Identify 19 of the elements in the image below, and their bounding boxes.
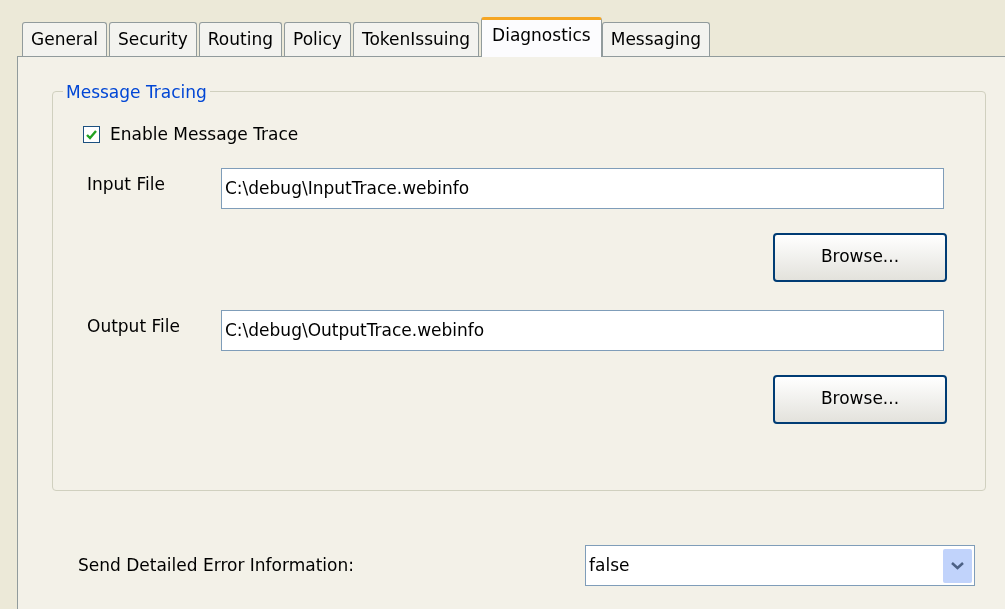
tab[interactable]: Messaging [601, 22, 711, 56]
checkmark-icon [86, 129, 97, 140]
field-label: Input File [86, 172, 166, 196]
error-info-label: Send Detailed Error Information: [78, 553, 355, 577]
tab[interactable]: Routing [198, 22, 282, 56]
tab[interactable]: Diagnostics [481, 17, 602, 57]
browse-button[interactable]: Browse... [773, 232, 947, 282]
file-path-field[interactable]: C:\debug\OutputTrace.webinfo [221, 309, 944, 351]
checkbox-label: Enable Message Trace [110, 123, 299, 146]
browse-button[interactable]: Browse... [773, 374, 947, 424]
tab[interactable]: Policy [284, 22, 351, 56]
tab[interactable]: Security [109, 22, 197, 56]
checkbox[interactable] [83, 126, 100, 144]
error-info-dropdown[interactable]: false [585, 545, 975, 586]
chevron-down-icon [943, 548, 972, 583]
field-label: Output File [86, 314, 181, 338]
tab[interactable]: General [22, 22, 107, 56]
file-path-field[interactable]: C:\debug\InputTrace.webinfo [221, 167, 944, 209]
tab[interactable]: TokenIssuing [352, 22, 480, 56]
